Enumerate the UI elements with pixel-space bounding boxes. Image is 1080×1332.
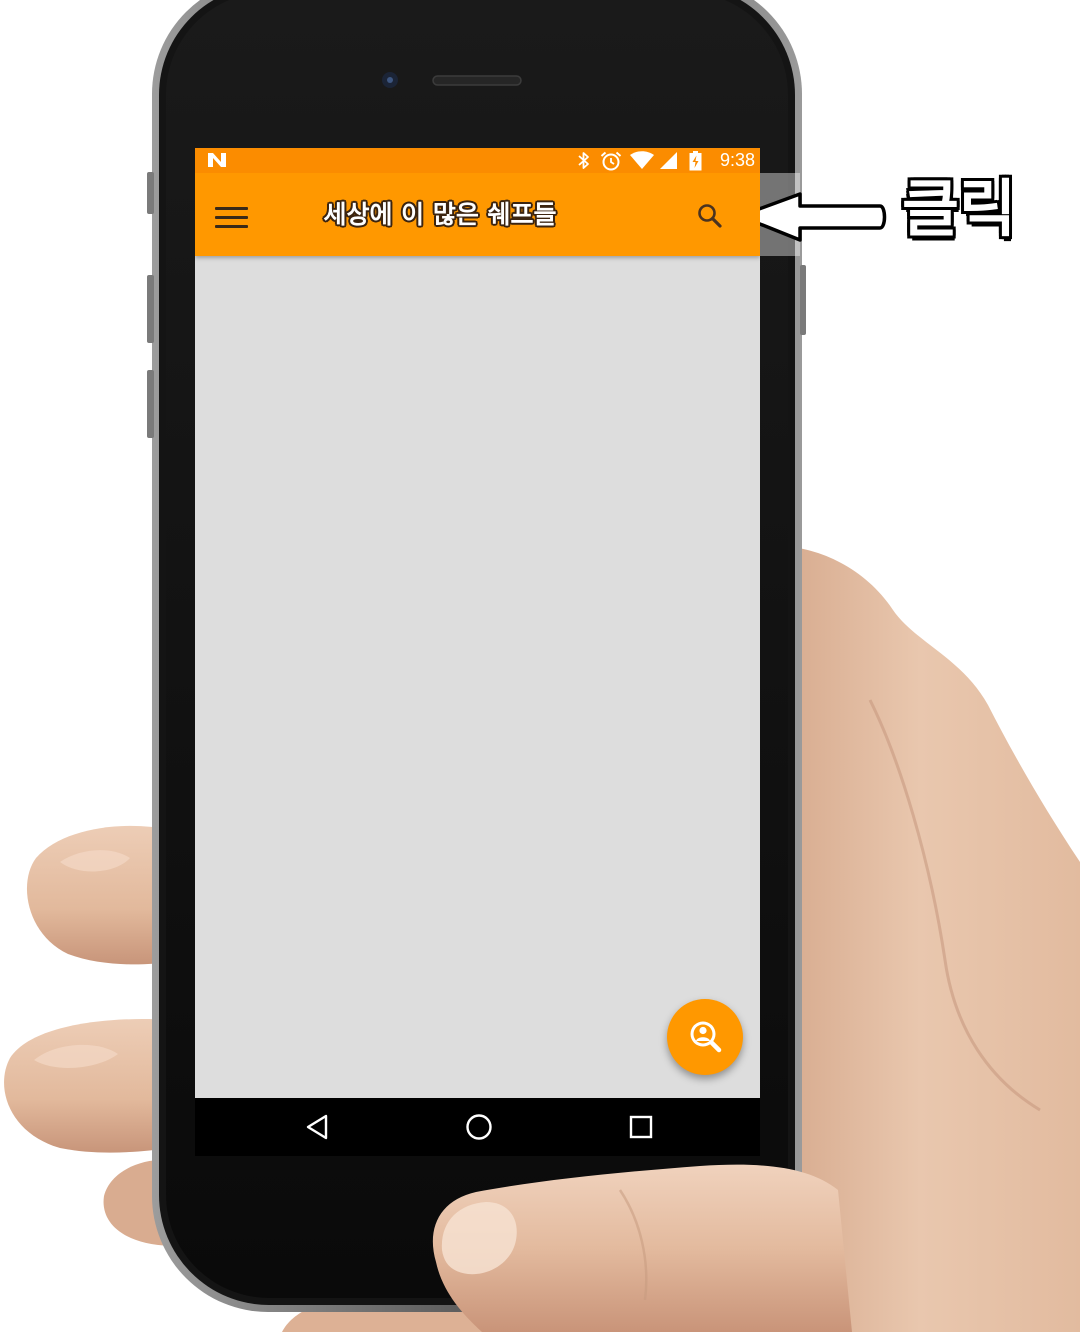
alarm-clock-icon <box>600 151 622 171</box>
back-icon[interactable] <box>303 1112 333 1142</box>
phone-mockup-scene: 9:38 세상에 이 많은 쉐프들 클릭 <box>0 0 1080 1332</box>
cell-signal-icon <box>660 152 677 169</box>
click-annotation-label: 클릭 <box>902 172 1017 245</box>
menu-bar-line <box>215 216 248 219</box>
app-toolbar: 세상에 이 많은 쉐프들 <box>195 173 760 256</box>
navigation-bar <box>195 1098 760 1156</box>
android-n-icon <box>208 153 226 167</box>
person-search-fab[interactable] <box>667 999 743 1075</box>
status-bar: 9:38 <box>195 148 760 173</box>
content-area <box>195 256 760 1098</box>
battery-charging-icon <box>689 151 702 171</box>
phone-screen: 9:38 세상에 이 많은 쉐프들 <box>195 148 760 1156</box>
wifi-icon <box>630 151 654 169</box>
bluetooth-icon <box>578 152 589 169</box>
person-search-icon <box>690 1021 722 1053</box>
status-time: 9:38 <box>719 150 755 170</box>
recents-icon[interactable] <box>626 1112 656 1142</box>
hamburger-menu-icon[interactable] <box>215 207 248 228</box>
search-icon[interactable] <box>695 201 725 231</box>
home-icon[interactable] <box>464 1112 494 1142</box>
menu-bar-line <box>215 207 248 210</box>
menu-bar-line <box>215 225 248 228</box>
page-title: 세상에 이 많은 쉐프들 <box>323 200 557 229</box>
